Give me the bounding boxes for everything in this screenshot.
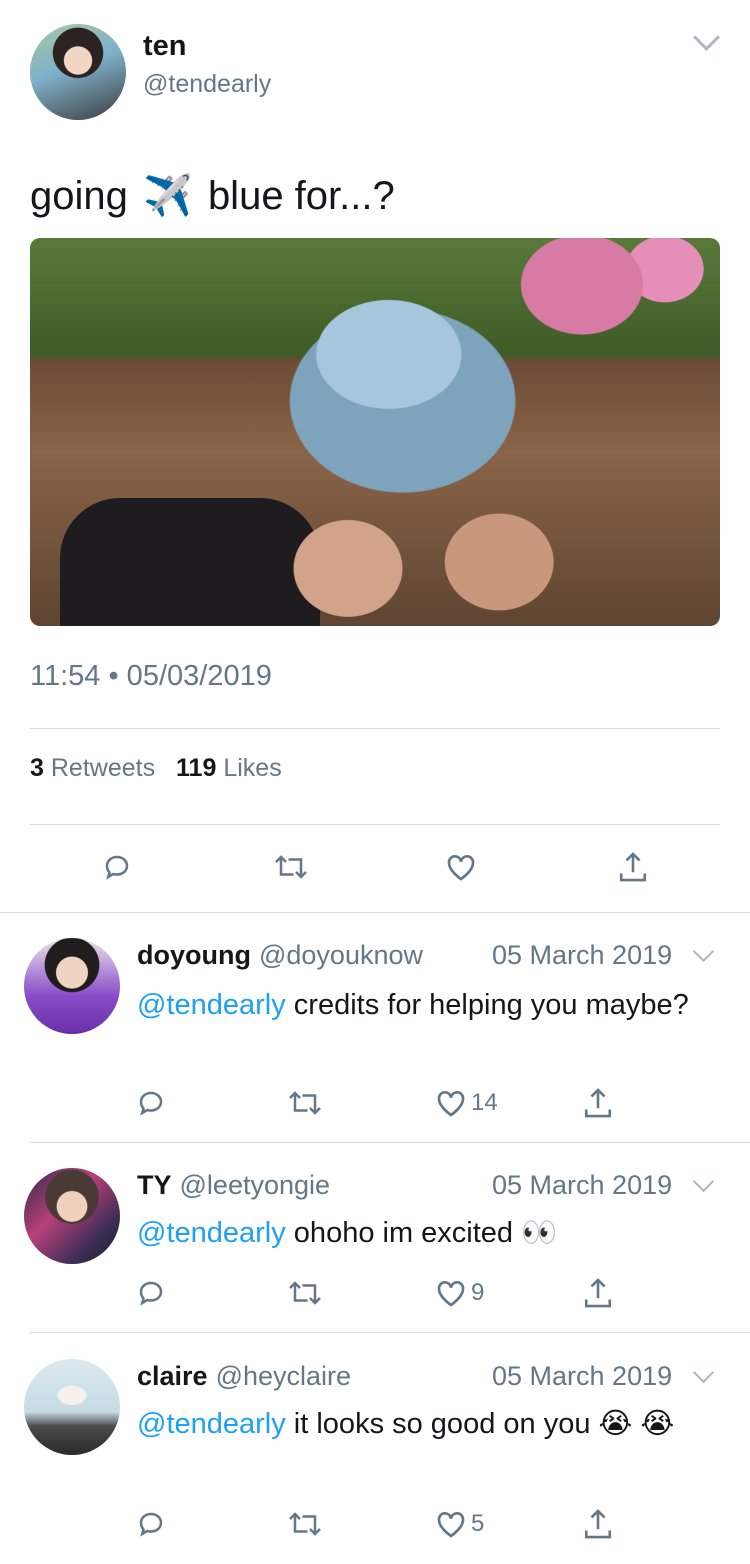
reply-text: @tendearly it looks so good on you 😭 😭: [137, 1405, 717, 1443]
reply-divider: [30, 1332, 750, 1333]
reply-handle: @heyclaire: [215, 1361, 352, 1391]
reply-item[interactable]: claire @heyclaire 05 March 2019 @tendearl…: [0, 1357, 750, 1564]
like-button[interactable]: 5: [435, 1509, 484, 1539]
like-button[interactable]: 9: [435, 1278, 484, 1308]
reply-author[interactable]: claire @heyclaire: [137, 1361, 351, 1392]
tweet-text-end: blue for...?: [207, 174, 395, 218]
photo-hands: [240, 498, 600, 626]
tweet-stats: 3 Retweets 119 Likes: [30, 754, 282, 783]
tweet-text: going ✈️ blue for...?: [30, 172, 395, 219]
share-button[interactable]: [582, 1086, 614, 1120]
tweet-text-start: going: [30, 174, 128, 218]
retweets-stat[interactable]: 3 Retweets: [30, 754, 155, 782]
reply-icon: [139, 1091, 163, 1116]
retweet-icon: [289, 1512, 321, 1536]
like-count: 14: [471, 1089, 498, 1116]
reply-mention[interactable]: @tendearly: [137, 1408, 286, 1440]
reply-button[interactable]: [136, 1088, 166, 1118]
retweet-button[interactable]: [273, 852, 309, 882]
reply-name: claire: [137, 1361, 208, 1391]
reply-text: @tendearly ohoho im excited 👀: [137, 1214, 717, 1252]
share-icon: [584, 1088, 612, 1118]
chevron-down-icon[interactable]: [692, 1170, 715, 1193]
reply-author[interactable]: doyoung @doyouknow: [137, 940, 423, 971]
reply-author[interactable]: TY @leetyongie: [137, 1170, 330, 1201]
reply-button[interactable]: [136, 1509, 166, 1539]
heart-icon: [437, 1281, 465, 1307]
reply-icon: [105, 855, 129, 880]
chevron-down-icon[interactable]: [693, 24, 720, 51]
crying-emoji: 😭 😭: [598, 1408, 675, 1440]
retweets-label: Retweets: [50, 754, 156, 782]
reply-mention[interactable]: @tendearly: [137, 1217, 286, 1249]
reply-button[interactable]: [102, 852, 132, 882]
reply-item[interactable]: TY @leetyongie 05 March 2019 @tendearly o…: [0, 1166, 750, 1332]
heart-icon: [447, 855, 475, 881]
tweet-photo[interactable]: [30, 238, 720, 626]
reply-item[interactable]: doyoung @doyouknow 05 March 2019 @tendear…: [0, 936, 750, 1142]
reply-mention[interactable]: @tendearly: [137, 989, 286, 1021]
retweet-icon: [275, 855, 307, 879]
reply-body: credits for helping you maybe?: [285, 989, 689, 1021]
likes-stat[interactable]: 119 Likes: [176, 754, 282, 782]
airplane-emoji: ✈️: [143, 174, 193, 218]
share-button[interactable]: [617, 850, 649, 884]
reply-avatar[interactable]: [24, 938, 120, 1034]
divider: [30, 728, 720, 729]
author-avatar[interactable]: [30, 24, 126, 120]
retweet-button[interactable]: [287, 1278, 323, 1308]
share-icon: [584, 1278, 612, 1308]
share-icon: [584, 1509, 612, 1539]
reply-handle: @leetyongie: [179, 1170, 331, 1200]
retweet-icon: [289, 1281, 321, 1305]
share-icon: [619, 852, 647, 882]
likes-count: 119: [176, 754, 217, 782]
like-count: 5: [471, 1510, 485, 1537]
section-divider: [0, 912, 750, 913]
reply-body: it looks so good on you: [285, 1408, 599, 1440]
reply-handle: @doyouknow: [258, 940, 423, 970]
chevron-down-icon[interactable]: [692, 1361, 715, 1384]
like-count: 9: [471, 1279, 485, 1306]
reply-text: @tendearly credits for helping you maybe…: [137, 986, 717, 1024]
reply-button[interactable]: [136, 1278, 166, 1308]
reply-avatar[interactable]: [24, 1359, 120, 1455]
like-button[interactable]: 14: [435, 1088, 498, 1118]
reply-avatar[interactable]: [24, 1168, 120, 1264]
reply-icon: [139, 1512, 163, 1537]
reply-date: 05 March 2019: [492, 1170, 673, 1200]
retweet-button[interactable]: [287, 1088, 323, 1118]
reply-name: doyoung: [137, 940, 251, 970]
author-name[interactable]: ten: [143, 30, 187, 63]
retweet-button[interactable]: [287, 1509, 323, 1539]
share-button[interactable]: [582, 1276, 614, 1310]
tweet-timestamp: 11:54 • 05/03/2019: [30, 660, 272, 692]
chevron-down-icon[interactable]: [692, 940, 715, 963]
reply-date: 05 March 2019: [492, 1361, 673, 1391]
likes-label: Likes: [223, 754, 282, 782]
reply-divider: [30, 1142, 750, 1143]
author-handle[interactable]: @tendearly: [143, 70, 271, 99]
reply-body: ohoho im excited: [285, 1217, 522, 1249]
retweets-count: 3: [30, 754, 44, 782]
reply-name: TY: [137, 1170, 172, 1200]
reply-date: 05 March 2019: [492, 940, 673, 970]
eyes-emoji: 👀: [521, 1217, 558, 1249]
retweet-icon: [289, 1091, 321, 1115]
like-button[interactable]: [445, 852, 477, 882]
share-button[interactable]: [582, 1507, 614, 1541]
heart-icon: [437, 1512, 465, 1538]
main-tweet: ten @tendearly going ✈️ blue for...? 11:…: [0, 0, 750, 912]
divider: [30, 824, 720, 825]
heart-icon: [437, 1091, 465, 1117]
reply-icon: [139, 1281, 163, 1306]
